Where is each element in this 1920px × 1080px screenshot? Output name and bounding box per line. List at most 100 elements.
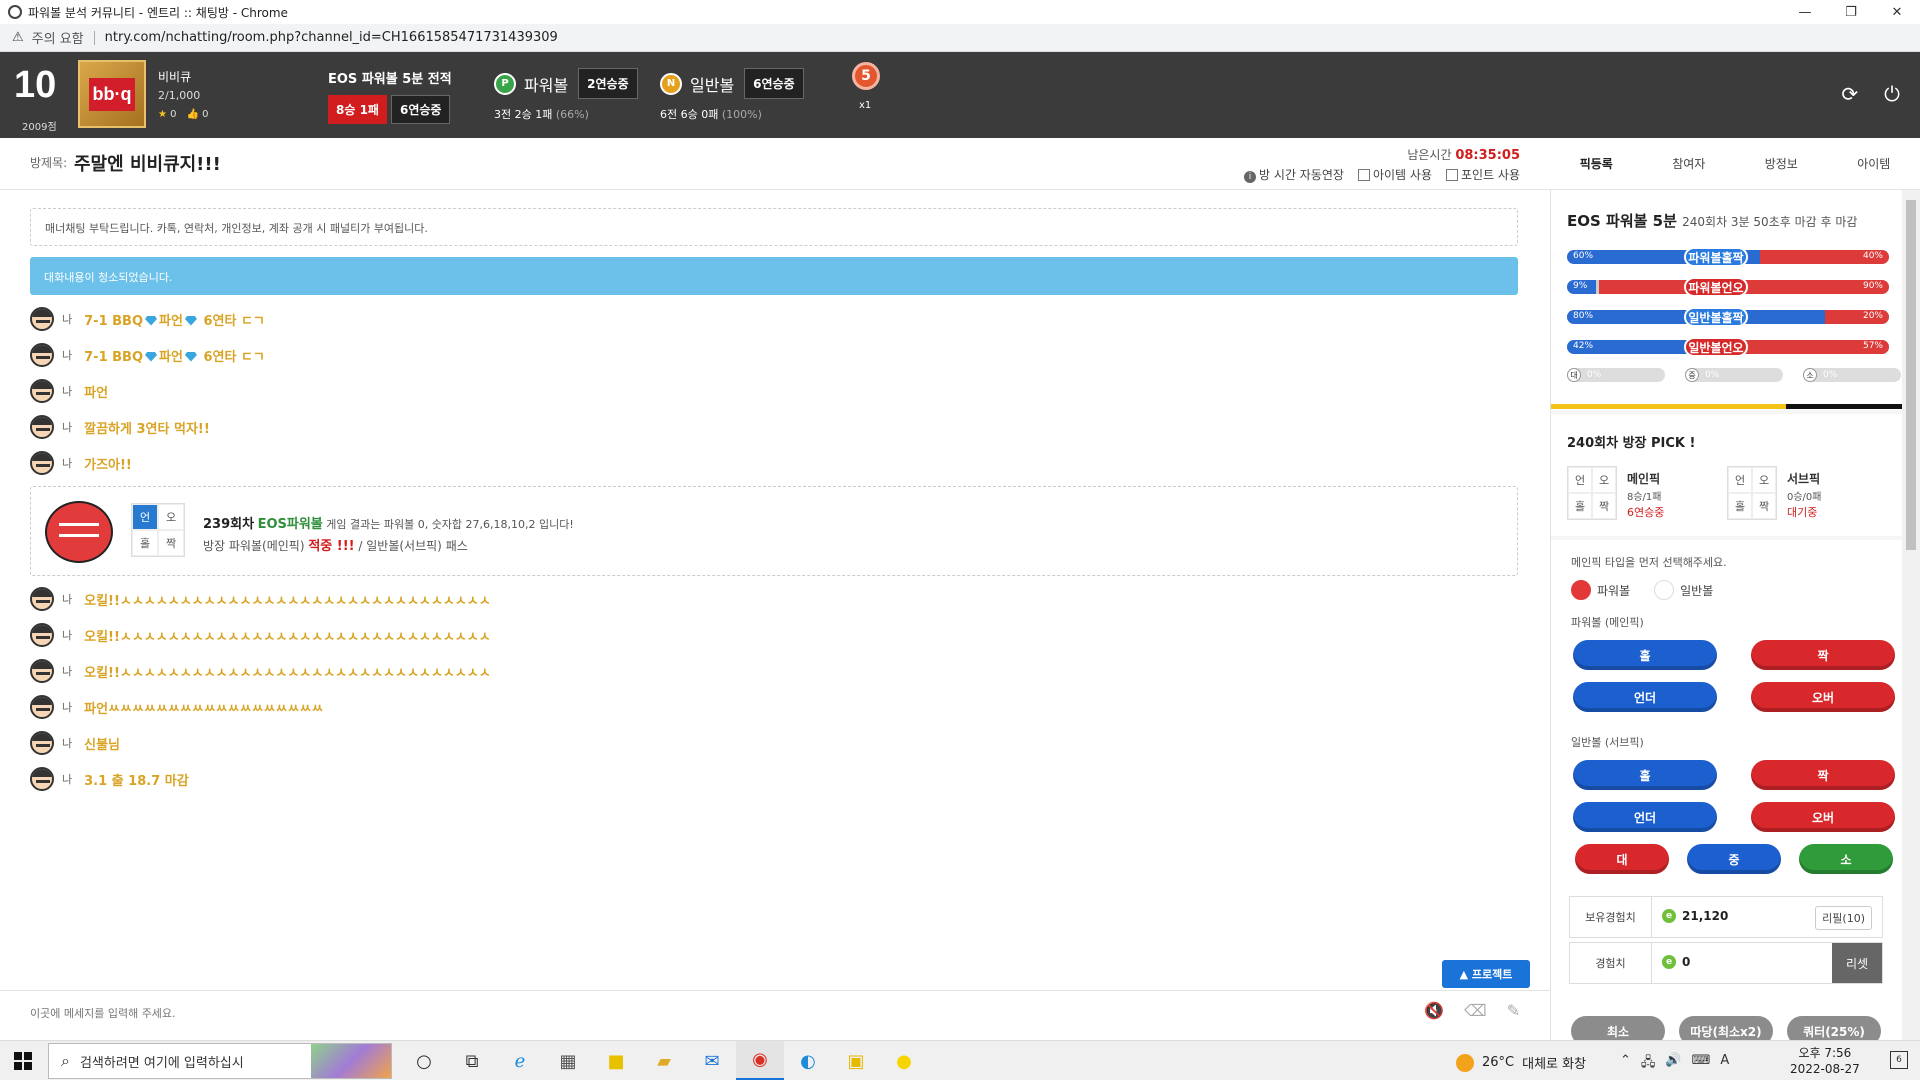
kakaotalk-icon[interactable]: ● <box>880 1041 928 1080</box>
scrollbar-thumb[interactable] <box>1906 200 1916 550</box>
avatar-icon[interactable] <box>30 451 54 475</box>
sender-name[interactable]: 나 <box>62 383 72 399</box>
odds-left-pct: 60% <box>1573 251 1594 261</box>
use-point-checkbox[interactable]: 포인트 사용 <box>1445 166 1520 183</box>
exp-coin-icon: e <box>1662 955 1676 969</box>
cortana-icon[interactable]: ○ <box>400 1041 448 1080</box>
weather-widget[interactable]: 26°C 대체로 화창 <box>1456 1053 1586 1072</box>
taskbar-search-input[interactable]: 검색하려면 여기에 입력하십시 <box>80 1052 244 1071</box>
avatar-icon[interactable] <box>30 343 54 367</box>
eraser-icon[interactable]: ⌫ <box>1464 1001 1487 1020</box>
avatar-icon[interactable] <box>30 659 54 683</box>
taskbar-clock[interactable]: 오후 7:56 2022-08-27 <box>1790 1045 1860 1077</box>
sender-name[interactable]: 나 <box>62 735 72 751</box>
message-input-bar[interactable]: 이곳에 메세지를 입력해 주세요. 🔇 ⌫ ✎ <box>0 990 1550 1030</box>
quarter-bet-button[interactable]: 쿼터(25%) <box>1787 1016 1881 1040</box>
avatar-icon[interactable] <box>30 731 54 755</box>
sender-name[interactable]: 나 <box>62 699 72 715</box>
sender-name[interactable]: 나 <box>62 663 72 679</box>
refill-button[interactable]: 리필(10) <box>1815 906 1872 930</box>
notification-icon[interactable]: 6 <box>1890 1051 1908 1069</box>
protect-button[interactable]: ▲ 프로젝트 <box>1442 960 1530 988</box>
mail-icon[interactable]: ✉ <box>688 1041 736 1080</box>
sender-name[interactable]: 나 <box>62 311 72 327</box>
network-icon[interactable]: 🖧 <box>1641 1053 1656 1075</box>
address-bar[interactable]: ⚠ 주의 요함 ntry.com/nchatting/room.php?chan… <box>0 24 1920 52</box>
tab-items[interactable]: 아이템 <box>1857 155 1890 172</box>
tab-pick-register[interactable]: 픽등록 <box>1580 155 1613 172</box>
sender-name[interactable]: 나 <box>62 591 72 607</box>
sticky-notes-icon[interactable]: ■ <box>592 1041 640 1080</box>
eos-record-title: EOS 파워볼 5분 전적 <box>328 72 452 87</box>
keyboard-icon[interactable]: ⌨ <box>1692 1053 1711 1075</box>
file-explorer-icon[interactable]: ▰ <box>640 1041 688 1080</box>
odds-right-pct: 20% <box>1862 311 1883 321</box>
normalball-even-button[interactable]: 짝 <box>1751 760 1895 790</box>
message-input[interactable]: 이곳에 메세지를 입력해 주세요. <box>30 1005 176 1021</box>
normalball-over-button[interactable]: 오버 <box>1751 802 1895 832</box>
sender-name[interactable]: 나 <box>62 771 72 787</box>
windows-start-icon[interactable] <box>14 1052 32 1070</box>
normalball-under-button[interactable]: 언더 <box>1573 802 1717 832</box>
restore-icon[interactable]: ❐ <box>1828 0 1874 24</box>
check-icon[interactable] <box>1571 580 1591 600</box>
result-hit: 적중 !!! <box>308 539 355 554</box>
avatar-icon[interactable] <box>30 307 54 331</box>
grid-cell-odd: 홀 <box>132 530 158 556</box>
normalball-mid-button[interactable]: 중 <box>1687 844 1781 874</box>
mute-icon[interactable]: 🔇 <box>1424 1001 1444 1020</box>
panel-scrollbar[interactable] <box>1902 190 1920 1040</box>
url-text[interactable]: ntry.com/nchatting/room.php?channel_id=C… <box>105 30 558 45</box>
ime-indicator[interactable]: A <box>1720 1053 1729 1075</box>
avatar-icon[interactable] <box>30 587 54 611</box>
auto-extend-option[interactable]: i방 시간 자동연장 <box>1244 166 1344 183</box>
reset-button[interactable]: 리셋 <box>1832 943 1882 983</box>
powerball-even-button[interactable]: 짝 <box>1751 640 1895 670</box>
powerball-over-button[interactable]: 오버 <box>1751 682 1895 712</box>
point-checkbox-box[interactable] <box>1445 169 1458 181</box>
avatar-icon[interactable] <box>30 415 54 439</box>
bet-exp-value[interactable]: e0 <box>1662 955 1690 969</box>
calculator-icon[interactable]: ▦ <box>544 1041 592 1080</box>
powerball-under-button[interactable]: 언더 <box>1573 682 1717 712</box>
chevron-up-icon[interactable]: ⌃ <box>1620 1053 1631 1075</box>
chrome-icon[interactable]: ◉ <box>736 1041 784 1080</box>
tab-room-info[interactable]: 방정보 <box>1765 155 1798 172</box>
check-icon[interactable] <box>1654 580 1675 600</box>
use-item-checkbox[interactable]: 아이템 사용 <box>1357 166 1432 183</box>
bet-exp-number[interactable]: 0 <box>1682 955 1690 969</box>
double-bet-button[interactable]: 따당(최소x2) <box>1679 1016 1773 1040</box>
normalball-small-button[interactable]: 소 <box>1799 844 1893 874</box>
remaining-label: 남은시간 <box>1407 148 1452 162</box>
item-checkbox-box[interactable] <box>1357 169 1370 181</box>
power-icon[interactable]: ⏻ <box>1884 82 1900 106</box>
powerball-odd-button[interactable]: 홀 <box>1573 640 1717 670</box>
taskbar-search[interactable]: ⌕ 검색하려면 여기에 입력하십시 <box>48 1043 392 1079</box>
sender-name[interactable]: 나 <box>62 419 72 435</box>
sender-name[interactable]: 나 <box>62 627 72 643</box>
sender-name[interactable]: 나 <box>62 455 72 471</box>
volume-icon[interactable]: 🔊 <box>1665 1053 1681 1075</box>
warning-icon[interactable]: ⚠ <box>12 30 24 45</box>
radio-normalball[interactable]: 일반볼 <box>1654 580 1713 600</box>
minimize-icon[interactable]: — <box>1782 0 1828 24</box>
security-label[interactable]: 주의 요함 <box>32 28 84 47</box>
normalball-big-button[interactable]: 대 <box>1575 844 1669 874</box>
avatar-icon[interactable] <box>30 379 54 403</box>
min-bet-button[interactable]: 최소 <box>1571 1016 1665 1040</box>
avatar-icon[interactable] <box>30 767 54 791</box>
tab-participants[interactable]: 참여자 <box>1672 155 1705 172</box>
kakao-icon[interactable]: ▣ <box>832 1041 880 1080</box>
refresh-icon[interactable]: ⟳ <box>1841 82 1858 106</box>
magic-wand-icon[interactable]: ✎ <box>1507 1001 1520 1020</box>
avatar-icon[interactable] <box>30 623 54 647</box>
radio-powerball[interactable]: 파워볼 <box>1571 580 1630 600</box>
stripe-yellow <box>1668 404 1786 409</box>
sender-name[interactable]: 나 <box>62 347 72 363</box>
avatar-icon[interactable] <box>30 695 54 719</box>
edge-icon[interactable]: ◐ <box>784 1041 832 1080</box>
task-view-icon[interactable]: ⧉ <box>448 1041 496 1080</box>
internet-explorer-icon[interactable]: ℯ <box>496 1041 544 1080</box>
close-icon[interactable]: ✕ <box>1874 0 1920 24</box>
normalball-odd-button[interactable]: 홀 <box>1573 760 1717 790</box>
